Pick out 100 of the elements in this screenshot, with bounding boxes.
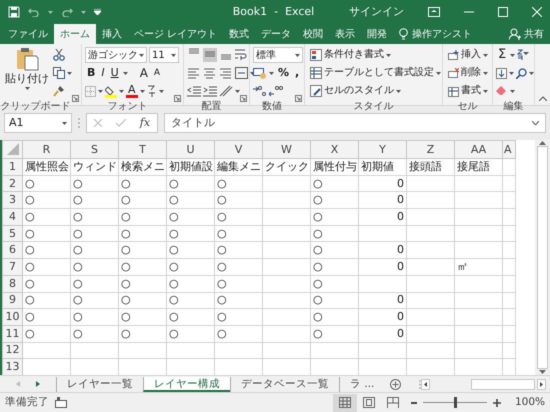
caret-icon[interactable] [62,122,67,124]
currency-icon[interactable] [253,67,267,79]
font-name-field[interactable]: 游ゴシック [85,47,147,63]
font-size-field[interactable]: 11 [149,47,179,63]
macro-record-icon[interactable] [55,397,67,408]
increase-decimal-icon[interactable] [253,85,267,97]
caret-icon[interactable] [295,54,300,56]
collapse-icon[interactable] [539,96,547,101]
cell-styles-button[interactable]: セルのスタイル [308,84,403,98]
format-button[interactable]: 書式 [446,84,490,98]
dialog-launcher-icon[interactable] [174,95,181,102]
sort-icon[interactable] [517,49,530,61]
caret-icon[interactable] [171,54,176,56]
row-header[interactable]: 4 [2,208,22,226]
column-header[interactable]: R [22,140,70,158]
column-header[interactable]: A [502,140,516,158]
caret-icon[interactable] [139,54,144,56]
fill-down-icon[interactable] [496,68,507,78]
row-header[interactable]: 5 [2,225,22,242]
align-icon[interactable] [219,66,233,80]
font-color-button[interactable]: A [126,84,138,98]
share-button[interactable]: 共有 [503,24,550,44]
row-header[interactable]: 1 [2,158,22,176]
comma-button[interactable]: , [293,66,302,80]
row-header[interactable]: 9 [2,292,22,309]
caret-icon[interactable] [483,90,488,92]
scissors-icon[interactable] [53,49,65,61]
align-icon[interactable] [203,48,217,62]
column-header[interactable]: AA [454,140,502,158]
zoom-level[interactable]: 100% [514,394,545,410]
paste-button[interactable]: 貼り付け [3,47,51,99]
phonetic-icon[interactable] [146,85,157,97]
undo-icon[interactable] [28,7,40,17]
caret-icon[interactable] [235,90,240,92]
column-header[interactable]: V [214,140,262,158]
ribbon-tab[interactable]: 挿入 [96,24,128,44]
caret-icon[interactable] [98,90,103,92]
number-format-field[interactable]: 標準 [253,47,303,63]
indent-icon[interactable] [203,85,217,97]
name-box[interactable]: A1 [4,113,72,133]
maximize-icon[interactable] [498,7,508,17]
caret-icon[interactable] [158,90,164,92]
save-icon[interactable] [8,6,20,18]
caret-icon[interactable] [119,90,124,92]
align-icon[interactable] [203,66,217,80]
paintbrush-icon[interactable] [53,85,65,97]
check-icon[interactable] [116,119,126,127]
scrollbar-thumb[interactable] [471,378,535,390]
column-header[interactable]: W [262,140,310,158]
caret-icon[interactable] [396,90,401,92]
column-header[interactable]: Z [406,140,454,158]
caret-icon[interactable] [269,72,274,74]
ribbon-tab[interactable]: 表示 [329,24,362,44]
redo-icon[interactable] [61,7,73,17]
row-header[interactable]: 10 [2,308,22,326]
caret-icon[interactable] [509,72,514,74]
ribbon-tab[interactable]: 校閲 [297,24,330,44]
vertical-scrollbar[interactable] [535,140,550,375]
dialog-launcher-icon[interactable] [295,95,302,102]
decrease-font-button[interactable]: A [152,66,162,80]
fill-color-icon[interactable] [105,84,117,98]
expand-icon[interactable] [532,121,539,125]
customize-icon[interactable] [94,9,101,15]
ribbon-tab[interactable]: 数式 [223,24,256,44]
tell-me-field[interactable]: 操作アシスト [393,24,478,44]
row-header[interactable]: 11 [2,325,22,342]
sign-in-link[interactable]: サインイン [349,4,404,20]
insert-function-button[interactable]: fx [140,114,150,132]
scroll-left-icon[interactable] [421,378,430,390]
caret-icon[interactable] [24,87,30,90]
caret-icon[interactable] [529,72,534,74]
percent-button[interactable]: % [276,66,292,80]
caret-icon[interactable] [483,72,488,74]
column-header[interactable]: T [118,140,166,158]
increase-font-button[interactable]: A [138,66,150,80]
decrease-decimal-icon[interactable] [269,85,283,97]
caret-icon[interactable] [510,90,515,92]
caret-icon[interactable] [483,54,488,56]
dialog-launcher-icon[interactable] [240,95,247,102]
row-header[interactable]: 3 [2,192,22,209]
row-header[interactable]: 12 [2,342,22,359]
format-table-button[interactable]: テーブルとして書式設定 [308,66,443,80]
underline-button[interactable]: U [108,66,121,80]
ribbon-tab[interactable]: ページ レイアウト [128,24,224,44]
ribbon-display-icon[interactable] [428,7,440,17]
ribbon-tab[interactable]: 開発 [361,24,394,44]
orientation-icon[interactable] [219,85,233,97]
scroll-right-icon[interactable] [537,378,546,390]
caret-icon[interactable] [436,72,441,74]
close-icon[interactable] [532,7,542,17]
column-header[interactable]: Y [358,140,406,158]
row-header[interactable]: 7 [2,258,22,276]
horizontal-scrollbar[interactable] [421,378,546,390]
merge-icon[interactable] [235,67,248,79]
wrap-text-icon[interactable] [235,49,248,61]
copy-icon[interactable] [53,67,65,79]
ribbon-tab[interactable]: ホーム [54,24,96,44]
caret-icon[interactable] [122,72,128,74]
row-header[interactable]: 6 [2,242,22,259]
search-icon[interactable] [516,68,527,78]
